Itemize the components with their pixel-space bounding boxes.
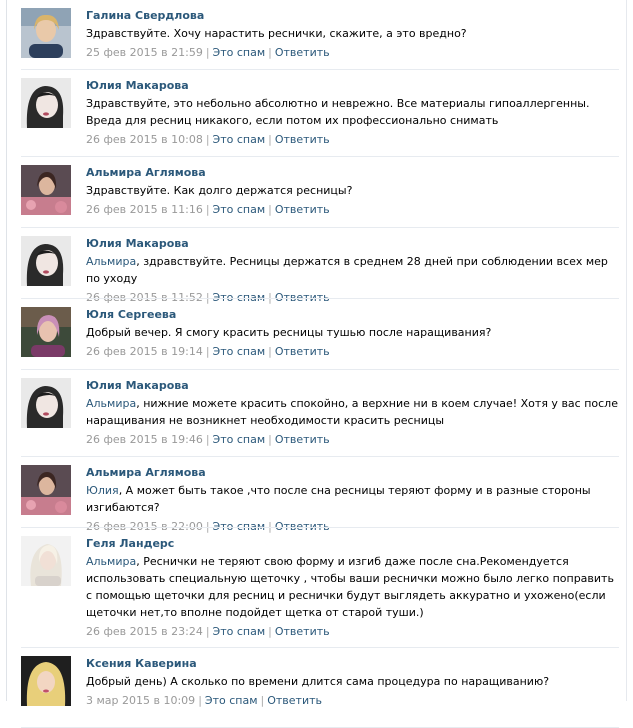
mention-link[interactable]: Альмира (86, 255, 136, 268)
comment-meta: 26 фев 2015 в 19:46 | Это спам | Ответить (86, 431, 619, 448)
comment-text-content: Здравствуйте. Хочу нарастить реснички, с… (86, 27, 467, 40)
reply-link[interactable]: Ответить (275, 433, 330, 446)
author-name[interactable]: Альмира Аглямова (86, 464, 619, 481)
comment-item: Юлия Макарова Альмира, здравствуйте. Рес… (21, 228, 619, 304)
comment-text-content: , А может быть такое ,что после сна ресн… (86, 484, 591, 514)
comment-text: Здравствуйте. Хочу нарастить реснички, с… (86, 25, 619, 42)
reply-link[interactable]: Ответить (275, 46, 330, 59)
spam-link[interactable]: Это спам (213, 433, 266, 446)
comment-date[interactable]: 26 фев 2015 в 10:08 (86, 133, 203, 146)
comment-body: Альмира Аглямова Юлия, А может быть тако… (86, 464, 619, 535)
comment-text: Здравствуйте. Как долго держатся ресницы… (86, 182, 619, 199)
comment-date[interactable]: 25 фев 2015 в 21:59 (86, 46, 203, 59)
left-border (6, 0, 7, 701)
avatar[interactable] (21, 307, 71, 357)
comment-item: Альмира Аглямова Юлия, А может быть тако… (21, 457, 619, 533)
author-name[interactable]: Юлия Макарова (86, 235, 619, 252)
comment-text: Альмира, Реснички не теряют свою форму и… (86, 553, 619, 621)
avatar[interactable] (21, 165, 71, 215)
comment-text-content: , нижние можете красить спокойно, а верх… (86, 397, 618, 427)
meta-separator: | (268, 133, 272, 146)
comment-item: Юлия Макарова Здравствуйте, это небольно… (21, 70, 619, 157)
spam-link[interactable]: Это спам (213, 345, 266, 358)
author-name[interactable]: Юлия Макарова (86, 377, 619, 394)
comment-text: Добрый вечер. Я смогу красить ресницы ту… (86, 324, 619, 341)
comment-date[interactable]: 26 фев 2015 в 19:14 (86, 345, 203, 358)
reply-link[interactable]: Ответить (275, 133, 330, 146)
meta-separator: | (205, 133, 210, 146)
avatar[interactable] (21, 656, 71, 706)
reply-link[interactable]: Ответить (275, 345, 330, 358)
meta-separator: | (268, 345, 272, 358)
mention-link[interactable]: Юлия (86, 484, 119, 497)
mention-link[interactable]: Альмира (86, 555, 136, 568)
author-name[interactable]: Юля Сергеева (86, 306, 619, 323)
comment-meta: 26 фев 2015 в 23:24 | Это спам | Ответить (86, 623, 619, 640)
meta-separator: | (268, 203, 272, 216)
spam-link[interactable]: Это спам (213, 625, 266, 638)
meta-separator: | (205, 203, 210, 216)
comment-date[interactable]: 26 фев 2015 в 19:46 (86, 433, 203, 446)
comment-body: Альмира Аглямова Здравствуйте. Как долго… (86, 164, 619, 218)
spam-link[interactable]: Это спам (213, 203, 266, 216)
comment-item: Ксения Каверина Добрый день) А сколько п… (21, 648, 619, 728)
comment-text-content: Здравствуйте. Как долго держатся ресницы… (86, 184, 353, 197)
right-border (626, 0, 627, 701)
reply-link[interactable]: Ответить (275, 203, 330, 216)
comment-item: Альмира Аглямова Здравствуйте. Как долго… (21, 157, 619, 228)
comment-text: Юлия, А может быть такое ,что после сна … (86, 482, 619, 516)
avatar[interactable] (21, 378, 71, 428)
comment-item: Юля Сергеева Добрый вечер. Я смогу краси… (21, 299, 619, 370)
comment-body: Юлия Макарова Альмира, здравствуйте. Рес… (86, 235, 619, 306)
avatar[interactable] (21, 8, 71, 58)
comment-item: Геля Ландерс Альмира, Реснички не теряют… (21, 528, 619, 648)
comment-body: Геля Ландерс Альмира, Реснички не теряют… (86, 535, 619, 640)
avatar[interactable] (21, 465, 71, 515)
author-name[interactable]: Галина Свердлова (86, 7, 619, 24)
comment-item: Юлия Макарова Альмира, нижние можете кра… (21, 370, 619, 457)
comment-body: Юлия Макарова Альмира, нижние можете кра… (86, 377, 619, 448)
spam-link[interactable]: Это спам (213, 46, 266, 59)
meta-separator: | (205, 433, 210, 446)
avatar[interactable] (21, 536, 71, 586)
author-name[interactable]: Геля Ландерс (86, 535, 619, 552)
meta-separator: | (268, 625, 272, 638)
comment-date[interactable]: 26 фев 2015 в 23:24 (86, 625, 203, 638)
comments-page: Галина Свердлова Здравствуйте. Хочу нара… (0, 0, 633, 728)
comment-list: Галина Свердлова Здравствуйте. Хочу нара… (21, 0, 619, 728)
meta-separator: | (205, 46, 210, 59)
comment-text-content: Добрый вечер. Я смогу красить ресницы ту… (86, 326, 492, 339)
meta-separator: | (268, 46, 272, 59)
comment-text: Здравствуйте, это небольно абсолютно и н… (86, 95, 619, 129)
comment-text-content: , здравствуйте. Ресницы держатся в средн… (86, 255, 608, 285)
comment-text-content: Здравствуйте, это небольно абсолютно и н… (86, 97, 590, 127)
comment-date[interactable]: 26 фев 2015 в 11:16 (86, 203, 203, 216)
meta-separator: | (205, 625, 210, 638)
avatar[interactable] (21, 236, 71, 286)
spam-link[interactable]: Это спам (213, 133, 266, 146)
comment-text: Альмира, здравствуйте. Ресницы держатся … (86, 253, 619, 287)
comment-text-content: Добрый день) А сколько по времени длится… (86, 675, 550, 688)
author-name[interactable]: Альмира Аглямова (86, 164, 619, 181)
mention-link[interactable]: Альмира (86, 397, 136, 410)
comment-meta: 26 фев 2015 в 11:16 | Это спам | Ответить (86, 201, 619, 218)
comment-body: Галина Свердлова Здравствуйте. Хочу нара… (86, 7, 619, 61)
reply-link[interactable]: Ответить (275, 625, 330, 638)
author-name[interactable]: Юлия Макарова (86, 77, 619, 94)
comment-body: Юлия Макарова Здравствуйте, это небольно… (86, 77, 619, 148)
comment-text-content: , Реснички не теряют свою форму и изгиб … (86, 555, 614, 619)
avatar[interactable] (21, 78, 71, 128)
comment-text: Альмира, нижние можете красить спокойно,… (86, 395, 619, 429)
comment-meta: 26 фев 2015 в 19:14 | Это спам | Ответить (86, 343, 619, 360)
author-name[interactable]: Ксения Каверина (86, 655, 619, 672)
comment-item: Галина Свердлова Здравствуйте. Хочу нара… (21, 0, 619, 70)
comment-body: Юля Сергеева Добрый вечер. Я смогу краси… (86, 306, 619, 360)
comment-meta: 25 фев 2015 в 21:59 | Это спам | Ответить (86, 44, 619, 61)
meta-separator: | (205, 345, 210, 358)
comment-text: Добрый день) А сколько по времени длится… (86, 673, 619, 690)
comment-meta: 26 фев 2015 в 10:08 | Это спам | Ответить (86, 131, 619, 148)
meta-separator: | (268, 433, 272, 446)
